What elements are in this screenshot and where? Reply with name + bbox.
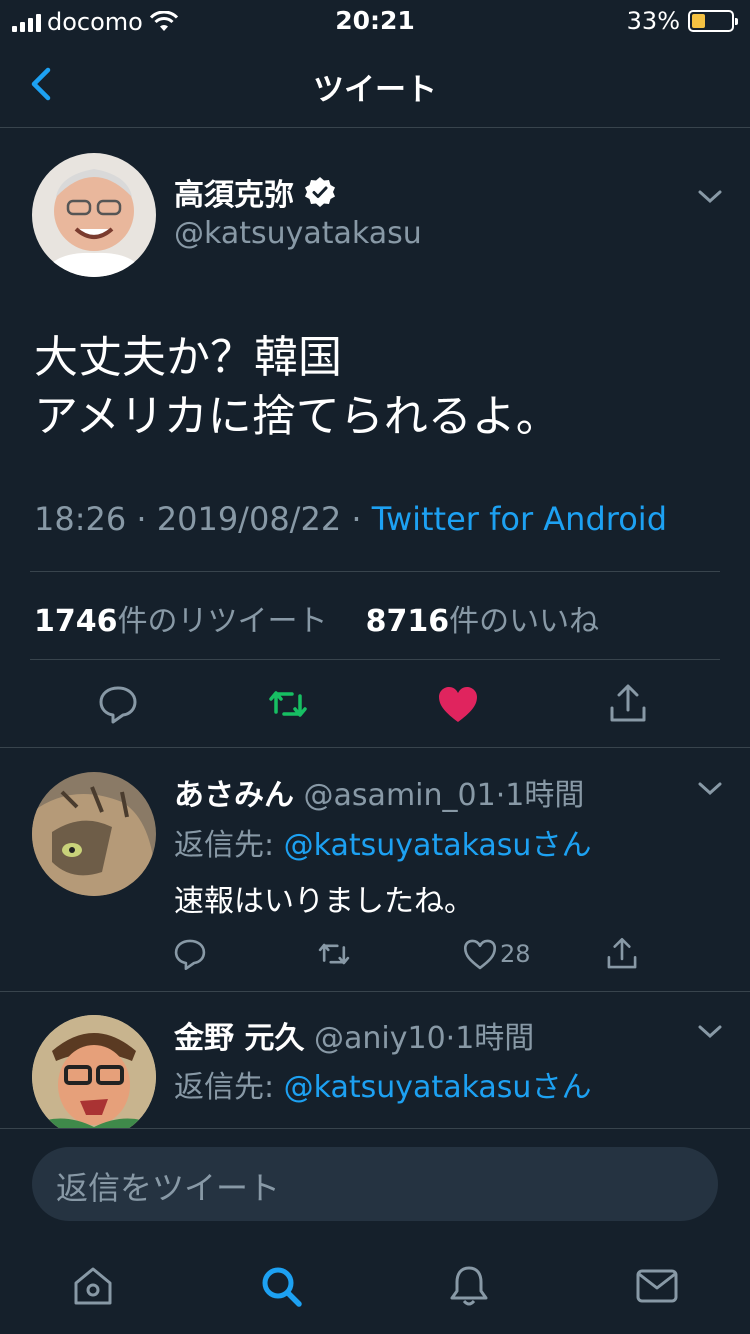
reply-time: 1時間 <box>505 778 585 813</box>
bottom-bar: 返信をツイート <box>0 1128 750 1334</box>
retweet-label: 件のリツイート <box>117 604 328 639</box>
like-heart-icon[interactable] <box>436 682 480 726</box>
replying-to-suffix: さん <box>531 1070 592 1105</box>
battery-area: 33% <box>626 7 738 35</box>
tweet-date: 2019/08/22 <box>156 500 342 538</box>
replying-to-prefix: 返信先: <box>174 1070 284 1105</box>
tweet-actions <box>0 682 750 726</box>
chevron-down-icon[interactable] <box>696 778 724 798</box>
author-name[interactable]: 高須克弥 <box>174 170 294 214</box>
replying-to-prefix: 返信先: <box>174 828 284 863</box>
navigation-bar: ツイート <box>0 40 750 128</box>
reply-icon[interactable] <box>96 682 140 726</box>
tweet-meta: 18:26 · 2019/08/22 · Twitter for Android <box>34 500 667 538</box>
retweet-count: 1746 <box>34 604 118 639</box>
reply-author-handle[interactable]: @aniy10 <box>314 1021 446 1056</box>
like-heart-icon[interactable] <box>462 936 498 972</box>
messages-icon[interactable] <box>634 1263 680 1309</box>
reply-author-name[interactable]: 金野 元久 <box>174 1021 304 1056</box>
replying-to-suffix: さん <box>531 828 592 863</box>
tweet-text-line: 大丈夫か？韓国 <box>34 332 342 383</box>
page-title: ツイート <box>313 72 437 108</box>
reply-icon[interactable] <box>172 936 208 972</box>
reply-like-count: 28 <box>500 940 531 968</box>
meta-separator: · <box>445 1021 456 1056</box>
divider <box>30 571 720 572</box>
reply-text: 速報はいりましたね。 <box>174 884 474 919</box>
tweet-time: 18:26 <box>34 500 127 538</box>
battery-percent: 33% <box>626 7 680 35</box>
author-handle[interactable]: @katsuyatakasu <box>174 216 422 251</box>
notifications-icon[interactable] <box>446 1263 492 1309</box>
author-name-row[interactable]: 高須克弥 <box>174 170 336 214</box>
share-icon[interactable] <box>604 936 640 972</box>
likes-stat[interactable]: 8716件のいいね <box>366 604 600 639</box>
reply-author-name[interactable]: あさみん <box>174 778 294 813</box>
battery-icon <box>688 10 738 32</box>
reply-author-handle[interactable]: @asamin_01 <box>304 778 496 813</box>
reply-avatar[interactable] <box>32 1015 156 1139</box>
tweet-stats: 1746件のリツイート 8716件のいいね <box>34 596 599 640</box>
replying-to: 返信先: @katsuyatakasuさん <box>174 1062 591 1106</box>
retweets-stat[interactable]: 1746件のリツイート <box>34 604 328 639</box>
status-bar: docomo 20:21 33% <box>0 0 750 40</box>
meta-separator: · <box>495 778 506 813</box>
replying-to: 返信先: @katsuyatakasuさん <box>174 820 591 864</box>
verified-badge-icon <box>305 177 335 207</box>
retweet-icon[interactable] <box>266 682 310 726</box>
replying-to-link[interactable]: @katsuyatakasu <box>284 828 532 863</box>
meta-separator: · <box>351 500 362 538</box>
reply-time: 1時間 <box>455 1021 535 1056</box>
retweet-icon[interactable] <box>316 936 352 972</box>
author-avatar[interactable] <box>32 153 156 277</box>
tweet-source-link[interactable]: Twitter for Android <box>372 500 667 538</box>
battery-level <box>692 14 705 28</box>
meta-separator: · <box>136 500 147 538</box>
reply-header[interactable]: あさみん @asamin_01·1時間 <box>174 770 584 814</box>
reply-header[interactable]: 金野 元久 @aniy10·1時間 <box>174 1013 534 1057</box>
home-icon[interactable] <box>70 1263 116 1309</box>
tweet-text-line: アメリカに捨てられるよ。 <box>34 391 560 442</box>
tweet-text: 大丈夫か？韓国 アメリカに捨てられるよ。 <box>34 328 560 446</box>
replying-to-link[interactable]: @katsuyatakasu <box>284 1070 532 1105</box>
like-label: 件のいいね <box>449 604 600 639</box>
chevron-down-icon[interactable] <box>696 1021 724 1041</box>
chevron-down-icon[interactable] <box>696 186 724 206</box>
divider <box>0 991 750 992</box>
reply-compose-input[interactable]: 返信をツイート <box>32 1147 718 1221</box>
reply-avatar[interactable] <box>32 772 156 896</box>
divider <box>30 659 720 660</box>
like-count: 8716 <box>365 604 450 639</box>
divider <box>0 747 750 748</box>
share-icon[interactable] <box>606 682 650 726</box>
search-icon[interactable] <box>258 1263 304 1309</box>
